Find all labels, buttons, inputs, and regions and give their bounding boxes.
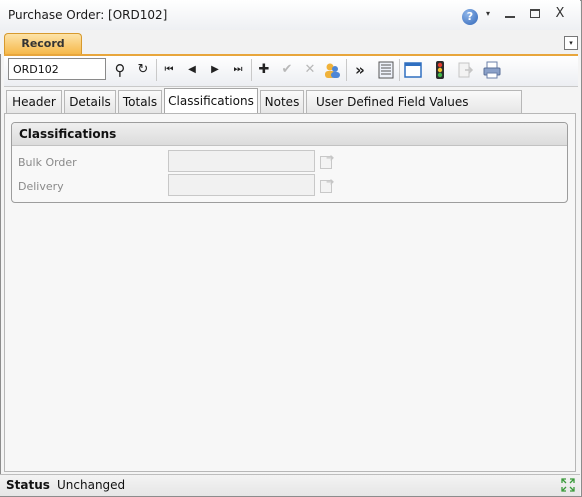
close-icon[interactable]: X bbox=[553, 7, 567, 21]
maximize-icon[interactable] bbox=[528, 7, 542, 21]
record-code-input[interactable] bbox=[8, 58, 106, 80]
bulk-order-field[interactable] bbox=[168, 150, 315, 172]
add-record-icon[interactable]: ✚ bbox=[254, 60, 274, 80]
window-title: Purchase Order: [ORD102] bbox=[8, 8, 168, 22]
more-actions-icon[interactable]: » bbox=[350, 60, 370, 80]
window-view-icon[interactable] bbox=[403, 60, 423, 80]
minimize-icon[interactable] bbox=[503, 7, 517, 21]
ribbon-tab-record[interactable]: Record bbox=[4, 33, 82, 54]
first-record-icon[interactable]: ⏮ bbox=[159, 60, 179, 80]
previous-record-icon[interactable]: ◀ bbox=[182, 60, 202, 80]
print-icon[interactable] bbox=[482, 60, 502, 80]
status-value: Unchanged bbox=[57, 478, 126, 492]
delivery-field[interactable] bbox=[168, 174, 315, 196]
tab-header[interactable]: Header bbox=[6, 90, 62, 113]
resize-grip-icon[interactable] bbox=[560, 477, 576, 493]
bulk-order-label: Bulk Order bbox=[18, 156, 77, 169]
search-icon[interactable]: ⚲ bbox=[110, 60, 130, 80]
classifications-group-title: Classifications bbox=[19, 127, 117, 141]
last-record-icon[interactable]: ⏭ bbox=[228, 60, 248, 80]
refresh-icon[interactable]: ↻ bbox=[133, 60, 153, 80]
status-label: Status bbox=[6, 478, 50, 492]
users-icon[interactable] bbox=[322, 60, 342, 80]
cancel-edit-icon[interactable]: ✕ bbox=[300, 60, 320, 80]
tab-classifications[interactable]: Classifications bbox=[164, 88, 258, 114]
tab-user-defined-field-values[interactable]: User Defined Field Values bbox=[306, 90, 522, 113]
help-dropdown-icon[interactable]: ▾ bbox=[486, 9, 490, 18]
toolbar-separator bbox=[156, 59, 157, 81]
help-icon[interactable]: ? bbox=[462, 9, 478, 25]
toolbar-separator bbox=[251, 59, 252, 81]
tab-notes[interactable]: Notes bbox=[260, 90, 304, 113]
export-icon[interactable] bbox=[456, 60, 476, 80]
tab-details[interactable]: Details bbox=[64, 90, 116, 113]
delivery-label: Delivery bbox=[18, 180, 64, 193]
next-record-icon[interactable]: ▶ bbox=[205, 60, 225, 80]
toolbar-separator bbox=[346, 59, 347, 81]
bulk-order-lookup-icon[interactable] bbox=[319, 153, 335, 169]
list-view-icon[interactable] bbox=[376, 60, 396, 80]
save-record-icon[interactable]: ✔ bbox=[277, 60, 297, 80]
toolbar-separator bbox=[399, 59, 400, 81]
traffic-light-icon[interactable] bbox=[430, 60, 450, 80]
ribbon-bar bbox=[0, 30, 580, 54]
tab-totals[interactable]: Totals bbox=[118, 90, 162, 113]
delivery-lookup-icon[interactable] bbox=[319, 177, 335, 193]
ribbon-collapse-icon[interactable]: ▾ bbox=[564, 36, 578, 50]
